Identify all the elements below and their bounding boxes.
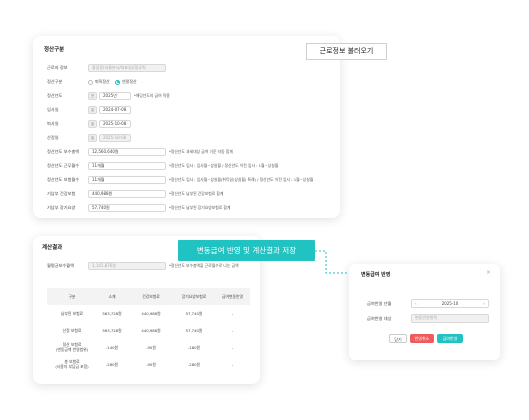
radio-retire-label: 퇴직정산 xyxy=(95,79,110,84)
wage-field[interactable]: 12,560,640원 xyxy=(88,148,166,156)
year-cap: 연 xyxy=(88,92,97,100)
type-label: 정산구분 xyxy=(47,79,63,84)
table-header: 구분 소계 건강보험료 장기요양보험료 급여변동반영 xyxy=(47,288,250,305)
cell-subtotal: -140원 xyxy=(105,345,119,350)
th-ltc: 장기요양보험료 xyxy=(181,294,207,299)
reflect-popup: 변동급여 반영 × 급여반영 년월 ‹ 2025-10 › 급여반영 대상 변동… xyxy=(349,264,500,360)
popup-target-label: 급여반영 대상 xyxy=(367,316,392,321)
cell-category-sub: (변동금액 반영범위) xyxy=(55,347,89,352)
cell-health: 440,988원 xyxy=(141,328,161,333)
radio-yearend-label: 연말정산 xyxy=(122,79,137,84)
health-field[interactable]: 440,988원 xyxy=(88,190,166,198)
ins-months-note: *정산년도 입사 : 입사월~상실월(취득일(상실월) 특례) / 정산년도 이… xyxy=(169,177,314,182)
cell-subtotal: 563,728원 xyxy=(102,311,122,316)
ins-months-row: 정산년도 보험월수 11개월 *정산년도 입사 : 입사월~상실월(취득일(상실… xyxy=(33,176,340,184)
popup-apply-button[interactable]: 급여반영 xyxy=(437,334,463,343)
year-row: 정산년도 연 2025년 *해당년도의 급여 적용 xyxy=(33,92,340,100)
health-row: 기납부 건강보험 440,988원 *정산년도 납부된 건강보험료 합계 xyxy=(33,190,340,198)
wage-label: 정산년도 보수총액 xyxy=(47,149,80,154)
ltc-field[interactable]: 57,740원 xyxy=(88,204,166,212)
ltc-note: *정산년도 납부된 장기요양보험료 합계 xyxy=(169,205,231,210)
cell-ltc: 57,740원 xyxy=(185,328,203,333)
leave-cap: 일 xyxy=(88,120,97,128)
health-note: *정산년도 납부된 건강보험료 합계 xyxy=(169,191,224,196)
popup-target-field[interactable]: 변동반영항목 xyxy=(411,314,489,323)
cell-ltc: -280원 xyxy=(187,362,201,367)
months-note: *정산년도 입사 : 입사월~상실월 / 정산년도 이전 입사 : 1월~상실월 xyxy=(169,163,279,168)
leave-label: 퇴사일 xyxy=(47,121,59,126)
th-health: 건강보험료 xyxy=(142,294,160,299)
cell-reflect: - xyxy=(231,345,234,350)
join-row: 입사일 일 2024-07-08 xyxy=(33,106,340,114)
cell-reflect: - xyxy=(231,362,234,367)
popup-cancel-button[interactable]: 반영취소 xyxy=(410,334,434,343)
wage-note: *정산년도 과세대상 급여 기준 자동 합계 xyxy=(169,149,233,154)
cell-ltc: -180원 xyxy=(187,345,201,350)
employee-row: 근로자 정보 홍길동(서울본사/대표실)/정규직 xyxy=(33,64,340,72)
cell-category: 산정 보험료 xyxy=(62,328,82,333)
save-result-button[interactable]: 변동급여 반영 및 계산결과 저장 xyxy=(178,240,315,261)
cell-category-sub: (사용자 부담금 포함) xyxy=(55,364,89,369)
monthly-label: 월평균보수월액 xyxy=(47,263,74,268)
result-table: 구분 소계 건강보험료 장기요양보험료 급여변동반영 납부된 보험료 563,7… xyxy=(47,288,250,374)
radio-retire[interactable] xyxy=(88,79,93,85)
calc-label: 산정일 xyxy=(47,135,59,140)
join-label: 입사일 xyxy=(47,107,59,112)
popup-title: 변동급여 반영 xyxy=(361,272,391,278)
radio-yearend[interactable] xyxy=(115,79,120,85)
settlement-panel: 정산구분 근로자 정보 홍길동(서울본사/대표실)/정규직 정산구분 퇴직정산 … xyxy=(33,36,340,218)
health-label: 기납부 건강보험 xyxy=(47,191,76,196)
cell-subtotal: 563,728원 xyxy=(102,328,122,333)
monthly-note: *정산년도 보수총액을 근로월수로 나눈 금액 xyxy=(169,263,239,268)
months-row: 정산년도 근무월수 11개월 *정산년도 입사 : 입사월~상실월 / 정산년도… xyxy=(33,162,340,170)
th-category: 구분 xyxy=(68,294,76,299)
popup-month-field[interactable]: ‹ 2025-10 › xyxy=(411,299,489,308)
calc-row: 산정일 일 2025-10-08 xyxy=(33,134,340,142)
year-note: *해당년도의 급여 적용 xyxy=(134,93,170,98)
next-month-icon[interactable]: › xyxy=(483,300,485,307)
ltc-label: 기납부 장기요양 xyxy=(47,205,76,210)
th-reflect: 급여변동반영 xyxy=(222,294,243,299)
employee-field[interactable]: 홍길동(서울본사/대표실)/정규직 xyxy=(88,64,166,72)
leave-date-field[interactable]: 2025-10-08 xyxy=(99,120,131,128)
ins-months-label: 정산년도 보험월수 xyxy=(47,177,80,182)
monthly-field[interactable]: 1,141,876원 xyxy=(88,262,166,270)
popup-month-value: 2025-10 xyxy=(441,301,459,306)
cell-health: -90원 xyxy=(146,345,156,350)
year-label: 정산년도 xyxy=(47,93,63,98)
cell-ltc: 57,740원 xyxy=(185,311,203,316)
join-cap: 일 xyxy=(88,106,97,114)
calc-cap: 일 xyxy=(88,134,97,142)
leave-row: 퇴사일 일 2025-10-08 xyxy=(33,120,340,128)
type-row: 정산구분 퇴직정산 연말정산 xyxy=(33,78,340,86)
cell-health: -90원 xyxy=(146,362,156,367)
popup-month-label: 급여반영 년월 xyxy=(367,301,392,306)
result-title: 계산결과 xyxy=(42,245,63,251)
cell-category: 납부된 보험료 xyxy=(60,311,84,316)
prev-month-icon[interactable]: ‹ xyxy=(415,300,417,307)
wage-row: 정산년도 보수총액 12,560,640원 *정산년도 과세대상 급여 기준 자… xyxy=(33,148,340,156)
cell-reflect: - xyxy=(231,311,234,316)
cell-health: 440,988원 xyxy=(141,311,161,316)
calc-date-field[interactable]: 2025-10-08 xyxy=(99,134,131,142)
load-work-info-button[interactable]: 근로정보 불러오기 xyxy=(306,43,387,60)
popup-close-button[interactable]: 닫기 xyxy=(389,334,407,343)
ltc-row: 기납부 장기요양 57,740원 *정산년도 납부된 장기요양보험료 합계 xyxy=(33,204,340,212)
months-field[interactable]: 11개월 xyxy=(88,162,166,170)
year-field[interactable]: 2025년 xyxy=(99,92,131,100)
join-date-field[interactable]: 2024-07-08 xyxy=(99,106,131,114)
cell-subtotal: -280원 xyxy=(105,362,119,367)
close-icon[interactable]: × xyxy=(486,269,491,276)
months-label: 정산년도 근무월수 xyxy=(47,163,80,168)
employee-label: 근로자 정보 xyxy=(47,65,68,70)
settlement-title: 정산구분 xyxy=(44,47,65,53)
cell-reflect: - xyxy=(231,328,234,333)
ins-months-field[interactable]: 11개월 xyxy=(88,176,166,184)
th-subtotal: 소계 xyxy=(108,294,116,299)
